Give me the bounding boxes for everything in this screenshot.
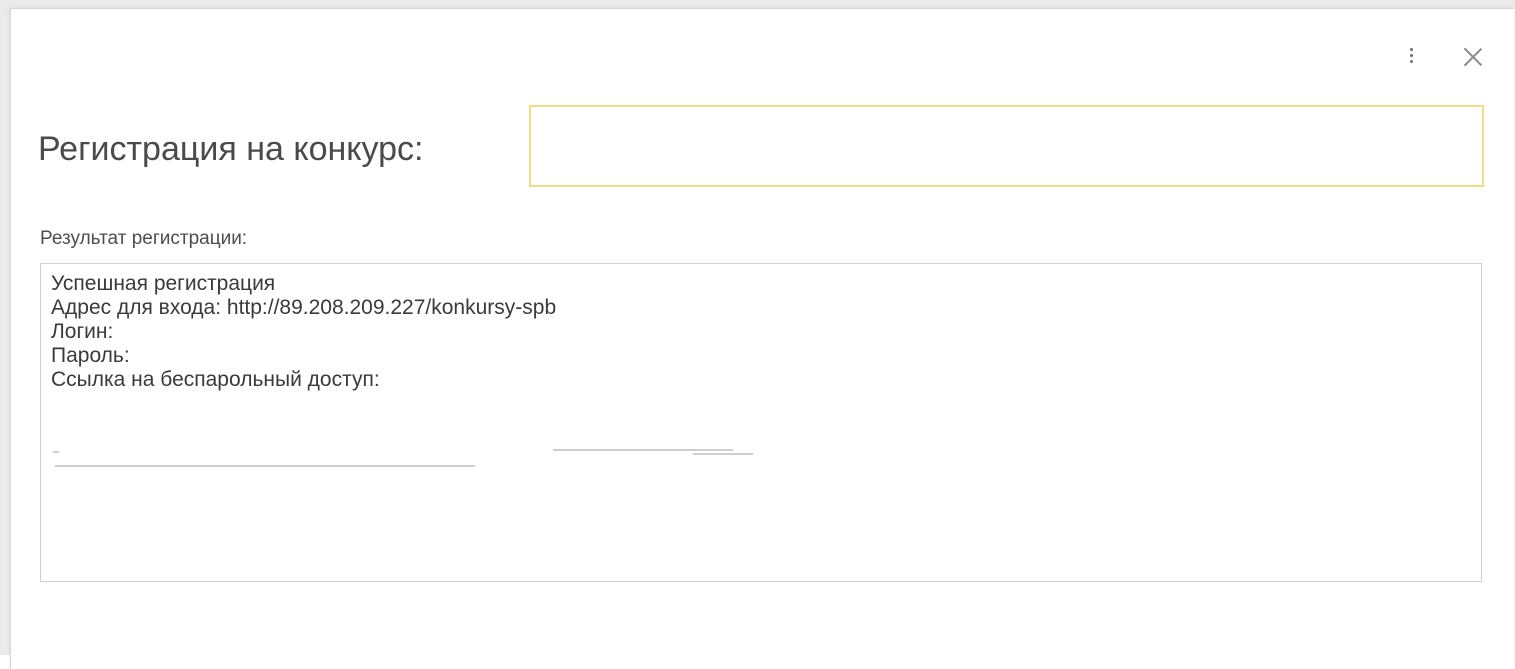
registration-label: Регистрация на конкурс: — [38, 130, 424, 168]
result-line-link: Ссылка на беспарольный доступ: — [51, 368, 380, 391]
result-line-status: Успешная регистрация — [51, 272, 276, 295]
more-vertical-icon[interactable] — [1404, 42, 1420, 70]
result-line-login: Логин: — [51, 320, 114, 343]
result-textarea[interactable]: Успешная регистрация Адрес для входа: ht… — [40, 263, 1482, 582]
close-icon[interactable] — [1460, 44, 1486, 70]
window-left-frame — [0, 0, 10, 655]
registration-input[interactable] — [529, 105, 1484, 187]
redacted-link-text — [53, 447, 773, 473]
result-label: Результат регистрации: — [40, 228, 248, 249]
result-line-password: Пароль: — [51, 344, 130, 367]
window-top-frame — [0, 0, 1515, 8]
result-line-address: Адрес для входа: http://89.208.209.227/k… — [51, 296, 557, 319]
